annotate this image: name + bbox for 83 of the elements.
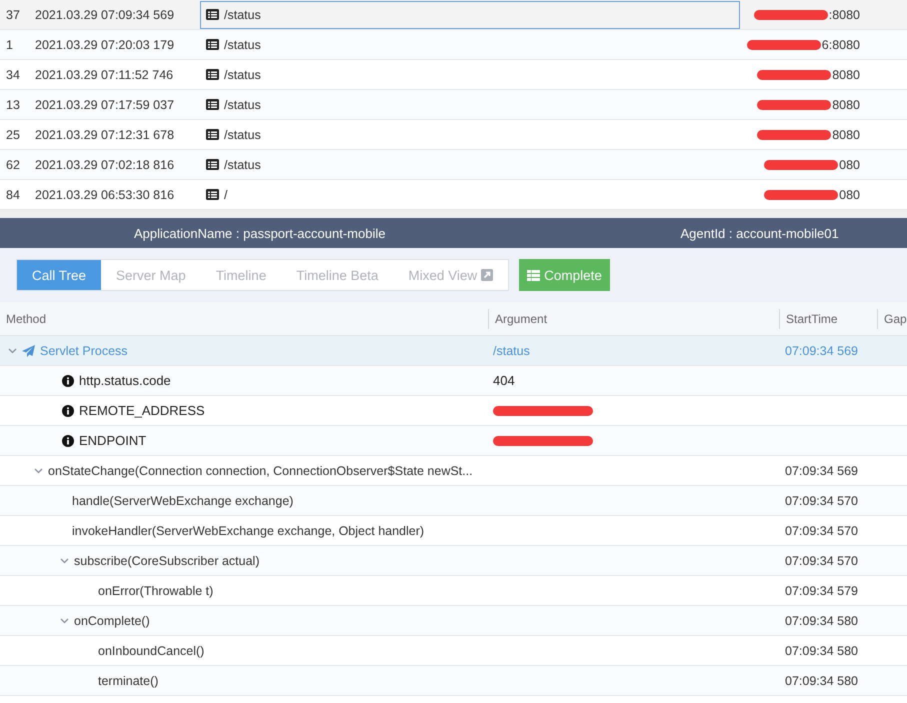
path-text: /status: [224, 128, 261, 142]
application-name: ApplicationName : passport-account-mobile: [134, 226, 386, 240]
path-text: /status: [224, 68, 261, 82]
call-tree-row[interactable]: onComplete() 07:09:34 580: [0, 606, 907, 636]
row-index: 62: [5, 158, 21, 172]
start-time: 07:09:34 569: [785, 464, 858, 478]
caret-icon[interactable]: [60, 618, 69, 624]
method-name: REMOTE_ADDRESS: [79, 403, 205, 418]
start-time: 07:09:34 569: [785, 344, 858, 358]
info-icon: [62, 404, 74, 416]
start-time: 07:09:34 570: [785, 494, 858, 508]
call-tree-row[interactable]: http.status.code 404: [0, 366, 907, 396]
list-icon: [206, 159, 219, 170]
transaction-row[interactable]: 37 2021.03.29 07:09:34 569 /status :8080: [0, 0, 907, 30]
start-time: 07:09:34 570: [785, 524, 858, 538]
start-time: 07:09:34 580: [785, 644, 858, 658]
address-text: 6:8080: [822, 38, 860, 52]
method-name: http.status.code: [79, 373, 171, 388]
row-time: 2021.03.29 07:20:03 179: [35, 38, 176, 52]
row-time: 2021.03.29 07:12:31 678: [35, 128, 176, 142]
row-time: 2021.03.29 07:09:34 569: [35, 8, 176, 22]
call-tree-row[interactable]: subscribe(CoreSubscriber actual) 07:09:34 570: [0, 546, 907, 576]
start-time: 07:09:34 580: [785, 614, 858, 628]
method-name: terminate(): [98, 674, 158, 688]
row-time: 2021.03.29 07:02:18 816: [35, 158, 176, 172]
method-name: subscribe(CoreSubscriber actual): [74, 554, 260, 568]
list-icon: [206, 39, 219, 50]
info-icon: [62, 374, 74, 386]
row-time: 2021.03.29 07:11:52 746: [35, 68, 174, 82]
row-time: 2021.03.29 06:53:30 816: [35, 188, 176, 202]
table-icon: [527, 270, 540, 280]
start-time: 07:09:34 580: [785, 674, 858, 688]
list-icon: [206, 69, 219, 80]
method-name: invokeHandler(ServerWebExchange exchange, Object handler): [72, 524, 424, 538]
column-header[interactable]: Gap: [877, 308, 907, 328]
transaction-row[interactable]: 13 2021.03.29 07:17:59 037 /status 8080: [0, 90, 907, 120]
method-name: ENDPOINT: [79, 433, 146, 448]
column-header[interactable]: Method: [0, 308, 488, 328]
address-text: 8080: [832, 68, 860, 82]
address-text: :8080: [828, 8, 860, 22]
method-name: onComplete(): [74, 614, 150, 628]
method-name: onError(Throwable t): [98, 584, 214, 598]
list-icon: [206, 189, 219, 200]
row-index: 13: [5, 98, 21, 112]
caret-icon[interactable]: [60, 558, 69, 564]
start-time: 07:09:34 570: [785, 554, 858, 568]
method-name: handle(ServerWebExchange exchange): [72, 494, 294, 508]
list-icon: [206, 99, 219, 110]
row-index: 37: [5, 8, 21, 22]
row-index: 25: [5, 128, 21, 142]
call-tree-row[interactable]: ENDPOINT: [0, 426, 907, 456]
path-text: /: [224, 188, 228, 202]
agent-id: AgentId : account-mobile01: [680, 226, 839, 240]
address-text: 080: [839, 188, 860, 202]
address-text: 8080: [832, 98, 860, 112]
transaction-row[interactable]: 62 2021.03.29 07:02:18 816 /status 080: [0, 150, 907, 180]
row-index: 1: [5, 38, 14, 52]
address-text: 080: [839, 158, 860, 172]
column-header[interactable]: Argument: [488, 308, 779, 328]
row-index: 34: [5, 68, 21, 82]
method-name: onStateChange(Connection connection, ConnectionObserver$State newSt...: [48, 464, 473, 478]
row-time: 2021.03.29 07:17:59 037: [35, 98, 176, 112]
address-text: 8080: [832, 128, 860, 142]
call-tree-row[interactable]: handle(ServerWebExchange exchange) 07:09:34 570: [0, 486, 907, 516]
argument-text: 404: [493, 373, 515, 388]
start-time: 07:09:34 579: [785, 584, 858, 598]
caret-icon[interactable]: [8, 348, 17, 354]
method-name: Servlet Process: [40, 344, 128, 358]
path-text: /status: [224, 8, 261, 22]
caret-icon[interactable]: [34, 468, 43, 474]
path-text: /status: [224, 158, 261, 172]
argument-text: /status: [493, 344, 530, 358]
list-icon: [206, 9, 219, 20]
call-tree-row[interactable]: terminate() 07:09:34 580: [0, 666, 907, 696]
path-text: /status: [224, 38, 261, 52]
info-icon: [62, 434, 74, 446]
path-text: /status: [224, 98, 261, 112]
list-icon: [206, 129, 219, 140]
column-header[interactable]: StartTime: [779, 308, 877, 328]
transaction-row[interactable]: 1 2021.03.29 07:20:03 179 /status 6:8080: [0, 30, 907, 60]
method-name: onInboundCancel(): [98, 644, 204, 658]
paper-plane-icon: [22, 344, 35, 356]
row-index: 84: [5, 188, 21, 202]
